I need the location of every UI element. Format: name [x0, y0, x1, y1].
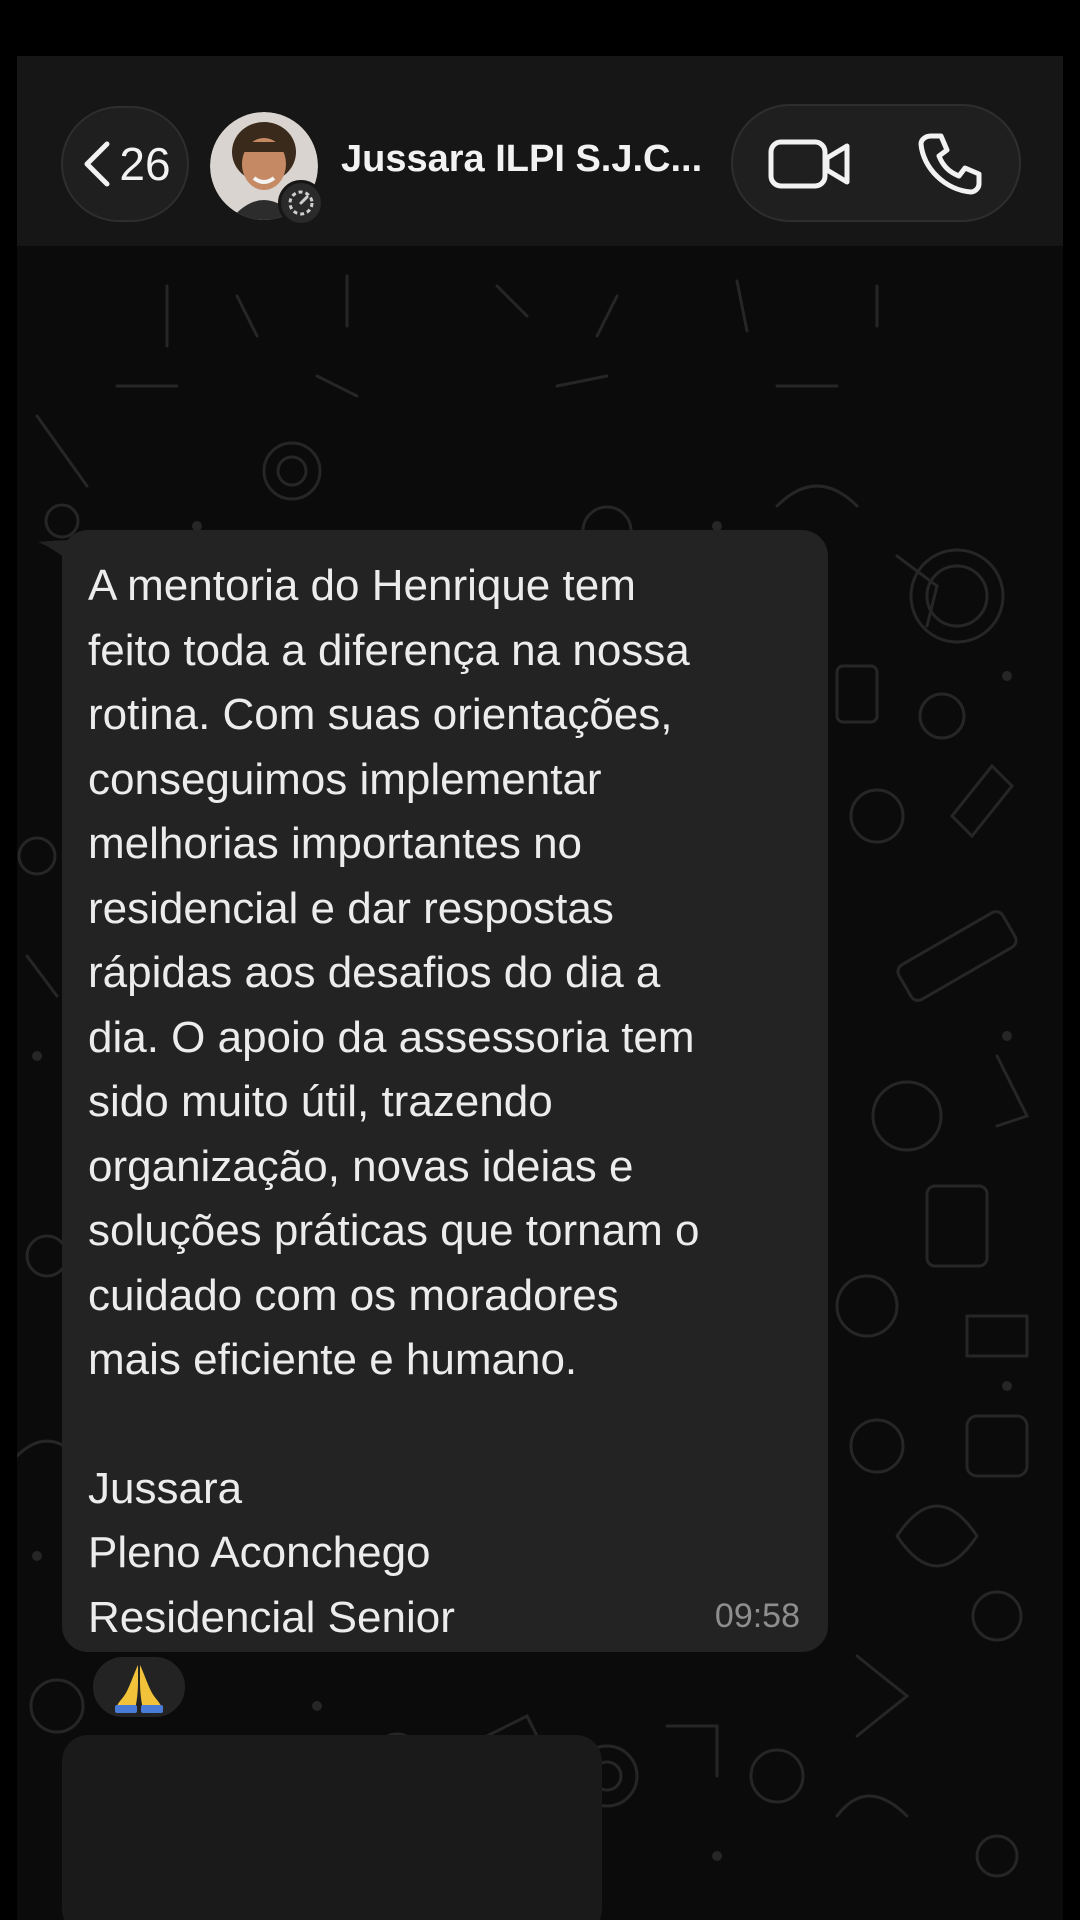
chevron-left-icon — [84, 141, 110, 187]
signature-company: Pleno Aconchego — [88, 1528, 431, 1577]
chat-screen: 26 Jussara ILPI S.J.C... A mentoria do H… — [0, 0, 1080, 1920]
avatar[interactable] — [210, 112, 324, 226]
message-text: A mentoria do Henrique tem feito toda a … — [88, 561, 700, 1384]
back-button[interactable]: 26 — [61, 106, 189, 222]
signature-company-type: Residencial Senior — [88, 1592, 455, 1642]
message-signature: Jussara Pleno Aconchego Residencial Seni… — [88, 1457, 802, 1651]
status-indicator — [278, 180, 324, 226]
message-time: 09:58 — [714, 1597, 800, 1635]
video-camera-icon[interactable] — [767, 132, 853, 196]
praying-hands-icon — [115, 1665, 163, 1713]
phone-icon[interactable] — [917, 130, 983, 196]
unread-count: 26 — [119, 138, 171, 190]
reaction-badge[interactable]: 🙏 — [90, 1654, 188, 1720]
signature-name: Jussara — [88, 1463, 243, 1513]
chat-header: 26 Jussara ILPI S.J.C... — [17, 56, 1063, 246]
contact-name[interactable]: Jussara ILPI S.J.C... — [341, 138, 702, 181]
timer-icon — [288, 190, 314, 216]
call-actions — [731, 104, 1021, 222]
message-bubble[interactable]: A mentoria do Henrique tem feito toda a … — [62, 530, 828, 1652]
next-message-bubble[interactable] — [62, 1735, 602, 1920]
